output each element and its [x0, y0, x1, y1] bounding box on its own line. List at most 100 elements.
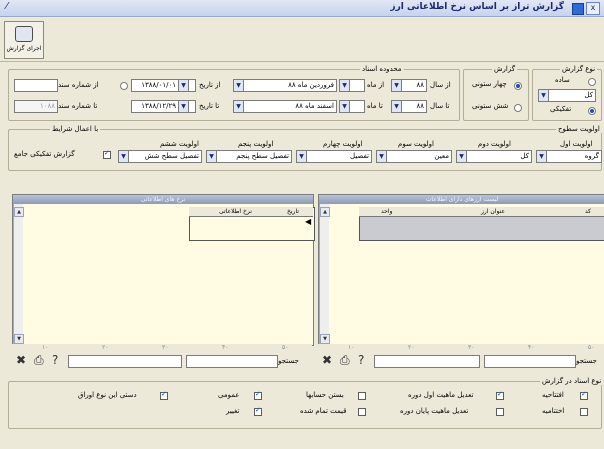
- window-glyph-icon: ⁄: [6, 1, 8, 12]
- adjust-start-checkbox[interactable]: [496, 390, 504, 400]
- title-bar: گزارش تراز بر اساس نرخ اطلاعاتی ارز x _ …: [0, 0, 604, 17]
- priority-6-select[interactable]: ▼ تفصیل سطح شش: [118, 150, 202, 163]
- from-date-field[interactable]: ۱۳۸۸/۰۱/۰۱: [131, 79, 179, 92]
- opening-checkbox[interactable]: [580, 390, 588, 400]
- chevron-down-icon: ▼: [457, 151, 467, 162]
- four-column-radio[interactable]: [514, 82, 522, 90]
- document-types-group: [8, 381, 602, 429]
- document-range-label: محدوده اسناد: [360, 65, 404, 73]
- manual-checkbox[interactable]: [160, 390, 168, 400]
- chevron-down-icon: ▼: [392, 80, 402, 91]
- priority-5-select[interactable]: ▼ تفصیل سطح پنجم: [206, 150, 292, 163]
- currencies-search-input-2[interactable]: [374, 355, 480, 368]
- report-type-simple-radio[interactable]: [588, 78, 596, 86]
- ruler-tick: ۱۰: [42, 344, 49, 351]
- app-icon: [572, 3, 584, 15]
- adjust-end-checkbox[interactable]: [496, 408, 504, 416]
- report-window: گزارش تراز بر اساس نرخ اطلاعاتی ارز x _ …: [0, 0, 604, 449]
- chevron-down-icon: ▼: [207, 151, 217, 162]
- priority-levels-label: اولویت سطوح: [556, 125, 602, 133]
- chevron-down-icon: ▼: [234, 80, 244, 91]
- priority-6-header: اولویت ششم: [160, 140, 199, 148]
- doc-from-radio[interactable]: [120, 82, 128, 90]
- to-year-label: تا سال: [430, 102, 450, 110]
- scroll-down-icon[interactable]: ▼: [320, 334, 330, 344]
- to-date-toggle[interactable]: ▼: [178, 100, 196, 113]
- to-year-select[interactable]: ▼ ۸۸: [391, 100, 427, 113]
- run-report-button[interactable]: اجرای گزارش: [4, 21, 44, 59]
- currencies-col-unit: واحد: [381, 208, 393, 215]
- priority-4-select[interactable]: ▼ تفصیل: [296, 150, 372, 163]
- rates-search-input-2[interactable]: [68, 355, 182, 368]
- rates-scrollbar[interactable]: ▲ ▼: [13, 204, 24, 345]
- currencies-scrollbar[interactable]: ▲ ▼: [319, 204, 330, 345]
- adjust-start-label: تعدیل ماهیت اول دوره: [408, 391, 474, 399]
- ruler-tick: ۴۰: [222, 344, 229, 351]
- general-checkbox[interactable]: [254, 390, 262, 400]
- with-conditions-label: با اعمال شرایط: [50, 125, 101, 133]
- multilevel-label: گزارش تفکیکی جامع: [14, 150, 75, 158]
- chevron-down-icon: ▼: [340, 80, 350, 91]
- chevron-down-icon: ▼: [179, 101, 189, 112]
- close-button[interactable]: x: [586, 2, 600, 15]
- ruler-tick: ۲۰: [408, 344, 415, 351]
- six-column-label: شش ستونی: [472, 102, 509, 110]
- change-checkbox[interactable]: [254, 406, 262, 416]
- filter-tool-icon[interactable]: ✖: [16, 354, 26, 366]
- chevron-down-icon: ▼: [537, 151, 547, 162]
- priority-5-header: اولویت پنجم: [238, 140, 274, 148]
- chevron-down-icon: ▼: [119, 151, 129, 162]
- report-type-simple-label: ساده: [555, 76, 570, 84]
- doc-to-field[interactable]: ۱۰۸۸: [14, 100, 58, 113]
- from-year-select[interactable]: ▼ ۸۸: [391, 79, 427, 92]
- to-date-field[interactable]: ۱۳۸۸/۱۲/۲۹: [131, 100, 179, 113]
- ruler-tick: ۳۰: [162, 344, 169, 351]
- report-type-sub-select[interactable]: ▼ کل: [538, 89, 596, 102]
- cost-price-checkbox[interactable]: [358, 408, 366, 416]
- multilevel-checkbox[interactable]: [103, 149, 111, 159]
- chevron-down-icon: ▼: [539, 90, 549, 101]
- closing-checkbox[interactable]: [580, 408, 588, 416]
- ruler-tick: ۳۰: [468, 344, 475, 351]
- row-pointer-icon: ◀: [305, 217, 312, 226]
- currencies-search-input[interactable]: [484, 355, 576, 368]
- help-tool-icon[interactable]: ?: [358, 354, 364, 366]
- document-range-group: [8, 69, 460, 121]
- run-report-icon: [15, 26, 33, 42]
- priority-4-header: اولویت چهارم: [323, 140, 363, 148]
- report-columns-label: گزارش: [492, 65, 518, 73]
- scroll-down-icon[interactable]: ▼: [14, 334, 24, 344]
- run-report-label: اجرای گزارش: [6, 45, 42, 52]
- manual-label: دستی این نوع اوراق: [78, 391, 137, 399]
- ruler-tick: ۴۰: [528, 344, 535, 351]
- currencies-col-name: عنوان ارز: [481, 208, 505, 215]
- closing-label: اختتامیه: [542, 407, 565, 415]
- rates-panel: نرخ های اطلاعاتی تاریخ نرخ اطلاعاتی ◀ ▲ …: [12, 194, 315, 346]
- chevron-down-icon: ▼: [340, 101, 350, 112]
- to-month-toggle[interactable]: ▼: [339, 100, 365, 113]
- from-year-label: از سال: [430, 81, 451, 89]
- filter-tool-icon[interactable]: ✖: [322, 354, 332, 366]
- month-to-select[interactable]: ▼ اسفند ماه ۸۸: [233, 100, 337, 113]
- from-month-toggle[interactable]: ▼: [339, 79, 365, 92]
- priority-1-select[interactable]: ▼ گروه: [536, 150, 602, 163]
- from-month-label: از ماه: [367, 81, 385, 89]
- doc-from-field[interactable]: [14, 79, 58, 92]
- print-tool-icon[interactable]: ⎙: [340, 354, 350, 366]
- rates-panel-title: نرخ های اطلاعاتی: [13, 195, 313, 204]
- six-column-radio[interactable]: [514, 104, 522, 112]
- priority-3-select[interactable]: ▼ معین: [376, 150, 452, 163]
- help-tool-icon[interactable]: ?: [52, 354, 58, 366]
- month-from-select[interactable]: ▼ فروردین ماه ۸۸: [233, 79, 337, 92]
- ruler-tick: ۵۰: [588, 344, 595, 351]
- scroll-up-icon[interactable]: ▲: [320, 207, 330, 217]
- rates-search-input[interactable]: [186, 355, 278, 368]
- report-type-detailed-radio[interactable]: [588, 107, 596, 115]
- closing-accounts-label: بستن حسابها: [306, 391, 344, 399]
- closing-accounts-checkbox[interactable]: [358, 392, 366, 400]
- ruler-tick: ۱۰: [348, 344, 355, 351]
- scroll-up-icon[interactable]: ▲: [14, 207, 24, 217]
- print-tool-icon[interactable]: ⎙: [34, 354, 44, 366]
- from-date-toggle[interactable]: ▼: [178, 79, 196, 92]
- priority-2-select[interactable]: ▼ کل: [456, 150, 532, 163]
